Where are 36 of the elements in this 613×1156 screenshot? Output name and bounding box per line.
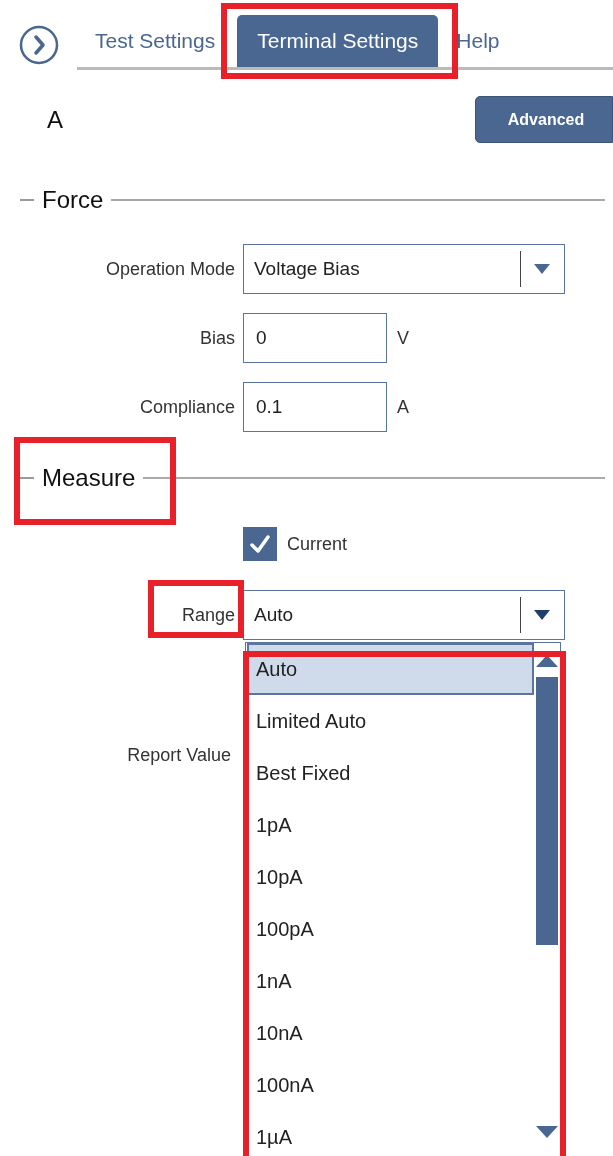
dropdown-option[interactable]: 10nA	[246, 1007, 534, 1059]
checkmark-icon	[248, 532, 272, 556]
field-label: Report Value	[126, 744, 231, 766]
dropdown[interactable]: Auto	[243, 590, 565, 640]
input-field[interactable]: 0.1	[243, 382, 387, 432]
dropdown-option[interactable]: 1µA	[246, 1111, 534, 1156]
dropdown-option[interactable]: Best Fixed	[246, 747, 534, 799]
dropdown-option[interactable]: 1nA	[246, 955, 534, 1007]
dropdown-option[interactable]: 100pA	[246, 903, 534, 955]
tab[interactable]: Help	[440, 15, 516, 67]
field-label: Range	[180, 604, 235, 626]
tab[interactable]: Terminal Settings	[237, 15, 439, 67]
dropdown-option[interactable]: 10pA	[246, 851, 534, 903]
tab[interactable]: Test Settings	[79, 15, 232, 67]
unit-label: V	[397, 327, 409, 349]
scrollbar-thumb[interactable]	[536, 677, 558, 945]
section-title: Measure	[42, 464, 136, 492]
checkbox-label: Current	[287, 533, 348, 555]
scroll-down-icon[interactable]	[536, 1126, 558, 1138]
field-label: Bias	[199, 327, 235, 349]
terminal-name: A	[47, 105, 63, 134]
dropdown[interactable]: Voltage Bias	[243, 244, 565, 294]
section-title: Force	[42, 186, 104, 214]
checkbox[interactable]	[243, 527, 277, 561]
caret-icon	[534, 610, 550, 620]
advanced-button[interactable]: Advanced	[475, 96, 613, 143]
input-field[interactable]: 0	[243, 313, 387, 363]
field-label: Compliance	[138, 396, 235, 418]
dropdown-option[interactable]: 1pA	[246, 799, 534, 851]
field-label: Operation Mode	[104, 258, 235, 280]
chevron-circle-icon[interactable]	[19, 25, 59, 65]
caret-icon	[534, 264, 550, 274]
dropdown-option[interactable]: 100nA	[246, 1059, 534, 1111]
scroll-up-icon[interactable]	[536, 655, 558, 667]
unit-label: A	[397, 396, 409, 418]
dropdown-option[interactable]: Limited Auto	[246, 695, 534, 747]
